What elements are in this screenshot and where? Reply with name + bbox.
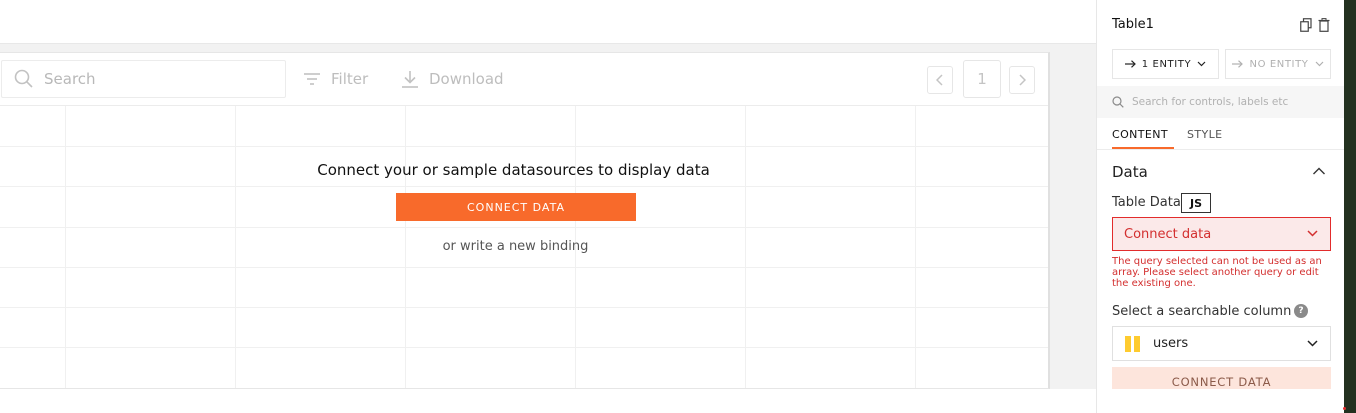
arrow-right-icon: [1124, 60, 1136, 68]
table-header: Filter Download 1: [0, 53, 1048, 106]
table-search-input[interactable]: [44, 70, 264, 88]
tab-style[interactable]: STYLE: [1187, 128, 1223, 141]
help-icon[interactable]: ?: [1294, 304, 1308, 318]
grid-column-line: [65, 106, 66, 388]
connect-data-button[interactable]: CONNECT DATA: [396, 193, 636, 221]
entity-right-label: NO ENTITY: [1249, 58, 1309, 70]
chevron-down-icon: [1307, 340, 1318, 347]
download-label: Download: [429, 70, 504, 88]
copy-icon[interactable]: [1300, 18, 1312, 32]
chevron-up-icon[interactable]: [1312, 166, 1326, 176]
arrow-right-icon: [1232, 60, 1244, 68]
chevron-down-icon: [1197, 61, 1206, 67]
right-edge-strip: [1344, 0, 1356, 413]
grid-row-line: [0, 146, 1048, 147]
grid-row-line: [0, 347, 1048, 348]
delete-icon[interactable]: [1318, 18, 1330, 32]
canvas: Filter Download 1: [0, 0, 1096, 413]
canvas-bottom-strip: [0, 389, 1096, 413]
grid-row-line: [0, 186, 1048, 187]
download-button[interactable]: Download: [400, 69, 504, 89]
download-icon: [402, 71, 418, 88]
pane-bottom-strip: [1097, 389, 1344, 413]
search-icon: [1112, 96, 1124, 108]
filter-icon: [304, 73, 320, 85]
notification-dot: [1343, 407, 1346, 410]
table-data-error: The query selected can not be used as an…: [1112, 256, 1322, 289]
searchable-column-dropdown[interactable]: users: [1112, 326, 1331, 361]
next-page-button[interactable]: [1009, 66, 1035, 94]
chevron-down-icon: [1315, 61, 1323, 67]
tab-content[interactable]: CONTENT: [1112, 128, 1168, 141]
searchable-column-value: users: [1153, 336, 1189, 351]
grid-row-line: [0, 267, 1048, 268]
page-number: 1: [963, 60, 1001, 98]
filter-button[interactable]: Filter: [302, 69, 368, 89]
property-pane: Table1 1 ENTITY NO ENTITY CONTENT STYLE …: [1096, 0, 1344, 413]
grid-row-line: [0, 307, 1048, 308]
write-binding-link[interactable]: or write a new binding: [288, 239, 743, 254]
table-data-dropdown[interactable]: Connect data: [1112, 217, 1331, 251]
active-tab-indicator: [1112, 147, 1174, 149]
chevron-down-icon: [1307, 230, 1318, 237]
js-toggle[interactable]: JS: [1181, 193, 1211, 213]
grid-column-line: [915, 106, 916, 388]
widget-name[interactable]: Table1: [1112, 17, 1154, 32]
searchable-column-label: Select a searchable column: [1112, 304, 1292, 319]
chevron-right-icon: [1019, 74, 1026, 86]
entity-dropdown-left[interactable]: 1 ENTITY: [1112, 49, 1219, 79]
table-data-value: Connect data: [1124, 226, 1212, 242]
empty-state-title: Connect your or sample datasources to di…: [317, 161, 710, 179]
data-section-title[interactable]: Data: [1112, 163, 1148, 181]
entity-left-label: 1 ENTITY: [1141, 58, 1192, 70]
table-search-box[interactable]: [1, 60, 286, 98]
grid-column-line: [745, 106, 746, 388]
app-root: Filter Download 1: [0, 0, 1356, 413]
chevron-left-icon: [936, 74, 943, 86]
previous-page-button[interactable]: [927, 66, 953, 94]
property-search-input[interactable]: [1132, 96, 1332, 108]
table-icon: [1125, 335, 1141, 352]
canvas-top-strip: [0, 0, 1096, 44]
entity-dropdown-right[interactable]: NO ENTITY: [1225, 49, 1331, 79]
property-tabs: CONTENT STYLE: [1097, 118, 1344, 150]
grid-column-line: [235, 106, 236, 388]
property-search-box[interactable]: [1097, 86, 1344, 118]
filter-label: Filter: [331, 70, 369, 88]
search-icon: [14, 69, 33, 88]
table-data-label: Table Data: [1112, 195, 1181, 210]
grid-row-line: [0, 227, 1048, 228]
